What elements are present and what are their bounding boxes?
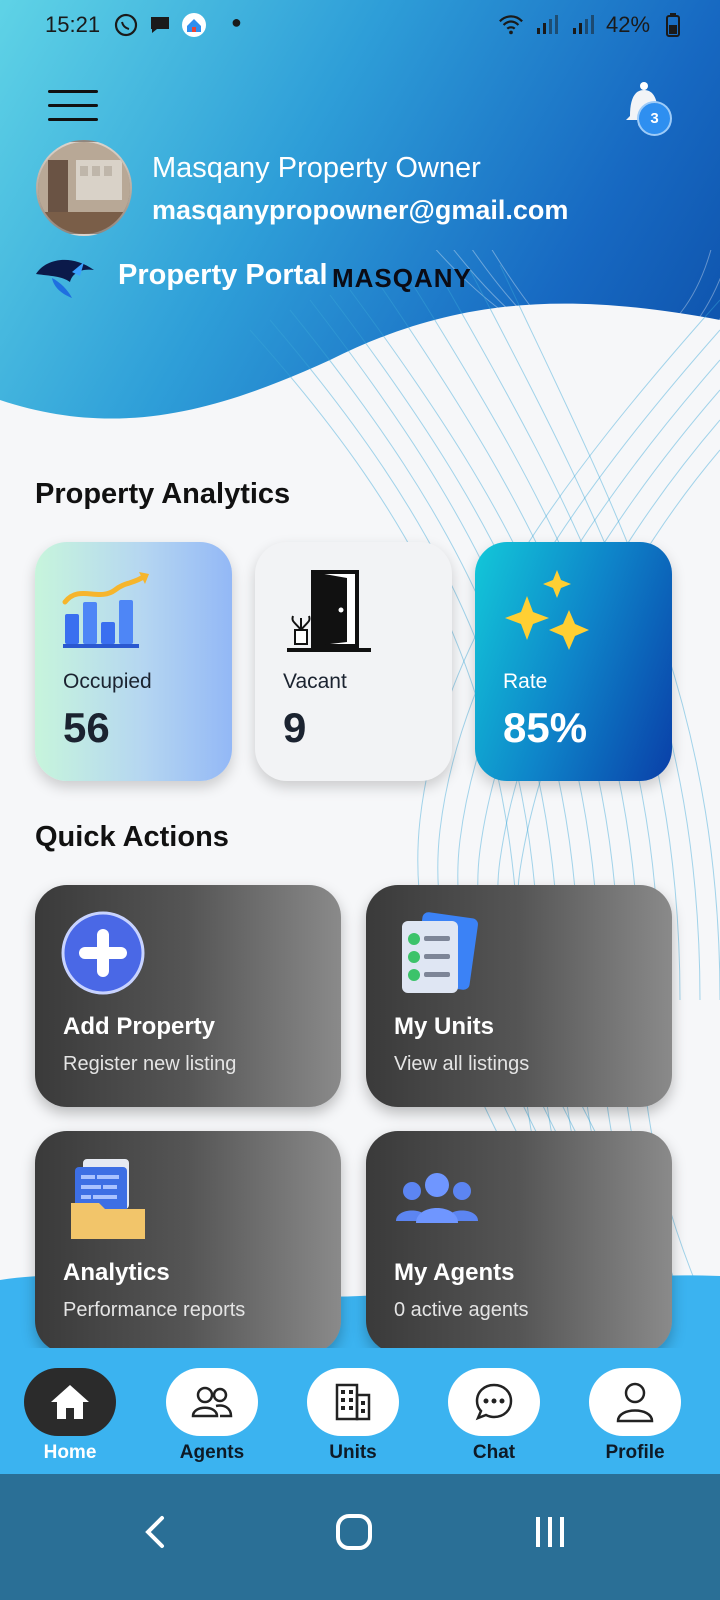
- notification-badge: 3: [637, 101, 672, 136]
- status-notification-icons: [113, 12, 207, 38]
- system-home-button[interactable]: [324, 1502, 384, 1562]
- vacant-value: 9: [283, 704, 307, 751]
- analytics-section-title: Property Analytics: [35, 478, 291, 510]
- my-agents-subtitle: 0 active agents: [394, 1299, 529, 1321]
- nav-home[interactable]: Home: [24, 1368, 116, 1464]
- person-icon: [616, 1382, 654, 1423]
- status-bar: 15:21 ● 42%: [0, 0, 720, 50]
- portal-logo-icon: [36, 259, 94, 298]
- add-property-subtitle: Register new listing: [63, 1053, 237, 1075]
- door-icon: [287, 570, 371, 652]
- app-notification-icon: [181, 12, 207, 38]
- my-units-title: My Units: [394, 1013, 495, 1040]
- rate-label: Rate: [503, 670, 548, 693]
- add-property-card[interactable]: Add Property Register new listing: [35, 885, 341, 1107]
- analytics-subtitle: Performance reports: [63, 1299, 246, 1321]
- my-units-card[interactable]: My Units View all listings: [366, 885, 672, 1107]
- menu-button[interactable]: [48, 90, 98, 124]
- system-recents-button[interactable]: [520, 1502, 580, 1562]
- folder-report-icon: [71, 1159, 145, 1239]
- nav-agents[interactable]: Agents: [166, 1368, 258, 1464]
- group-icon: [396, 1173, 478, 1223]
- quick-actions-section-title: Quick Actions: [35, 821, 229, 853]
- signal-icon: [534, 12, 560, 38]
- nav-profile-label: Profile: [605, 1442, 665, 1463]
- whatsapp-icon: [113, 12, 139, 38]
- my-agents-title: My Agents: [394, 1259, 515, 1286]
- chat-icon: [475, 1383, 513, 1421]
- building-icon: [335, 1383, 371, 1421]
- nav-units-label: Units: [329, 1442, 377, 1463]
- plus-circle-icon: [61, 911, 145, 995]
- wifi-icon: [498, 12, 524, 38]
- home-icon: [51, 1385, 89, 1419]
- avatar[interactable]: [36, 140, 132, 236]
- my-units-subtitle: View all listings: [394, 1053, 530, 1075]
- checklist-icon: [402, 912, 478, 993]
- battery-percent: 42%: [606, 12, 651, 37]
- status-dot: ●: [231, 12, 242, 32]
- nav-chat[interactable]: Chat: [448, 1368, 540, 1464]
- occupied-value: 56: [63, 704, 110, 751]
- vacant-card[interactable]: Vacant 9: [255, 542, 452, 781]
- add-property-title: Add Property: [63, 1013, 216, 1040]
- owner-name: Masqany Property Owner: [152, 152, 481, 184]
- message-icon: [147, 12, 173, 38]
- signal-2-icon: [570, 12, 596, 38]
- system-back-button[interactable]: [126, 1502, 186, 1562]
- analytics-title: Analytics: [63, 1259, 170, 1286]
- back-icon: [145, 1516, 164, 1548]
- system-navigation-bar: [0, 1474, 720, 1600]
- rate-value: 85%: [503, 704, 588, 751]
- brand-logo: MASQANY: [332, 263, 472, 293]
- analytics-card[interactable]: Analytics Performance reports: [35, 1131, 341, 1353]
- battery-icon: [660, 12, 686, 38]
- bar-chart-icon: [62, 572, 149, 648]
- occupied-card[interactable]: Occupied 56: [35, 542, 232, 781]
- bottom-nav: Home Agents Units Chat Profile: [0, 1348, 720, 1474]
- vacant-label: Vacant: [283, 670, 347, 693]
- nav-profile[interactable]: Profile: [589, 1368, 681, 1464]
- nav-agents-label: Agents: [179, 1442, 245, 1463]
- my-agents-card[interactable]: My Agents 0 active agents: [366, 1131, 672, 1353]
- hamburger-icon: [48, 90, 98, 93]
- status-right: 42%: [498, 12, 686, 38]
- recents-icon: [536, 1517, 564, 1547]
- occupied-label: Occupied: [63, 670, 152, 693]
- home-square-icon: [336, 1514, 372, 1550]
- nav-chat-label: Chat: [472, 1442, 516, 1463]
- avatar-photo: [38, 142, 130, 234]
- rate-card[interactable]: Rate 85%: [475, 542, 672, 781]
- nav-home-label: Home: [43, 1442, 97, 1463]
- people-icon: [191, 1386, 233, 1418]
- status-time: 15:21: [45, 12, 101, 37]
- portal-title: Property Portal: [118, 259, 328, 291]
- nav-units[interactable]: Units: [307, 1368, 399, 1464]
- owner-email: masqanypropowner@gmail.com: [152, 195, 569, 225]
- sparkles-icon: [505, 570, 589, 650]
